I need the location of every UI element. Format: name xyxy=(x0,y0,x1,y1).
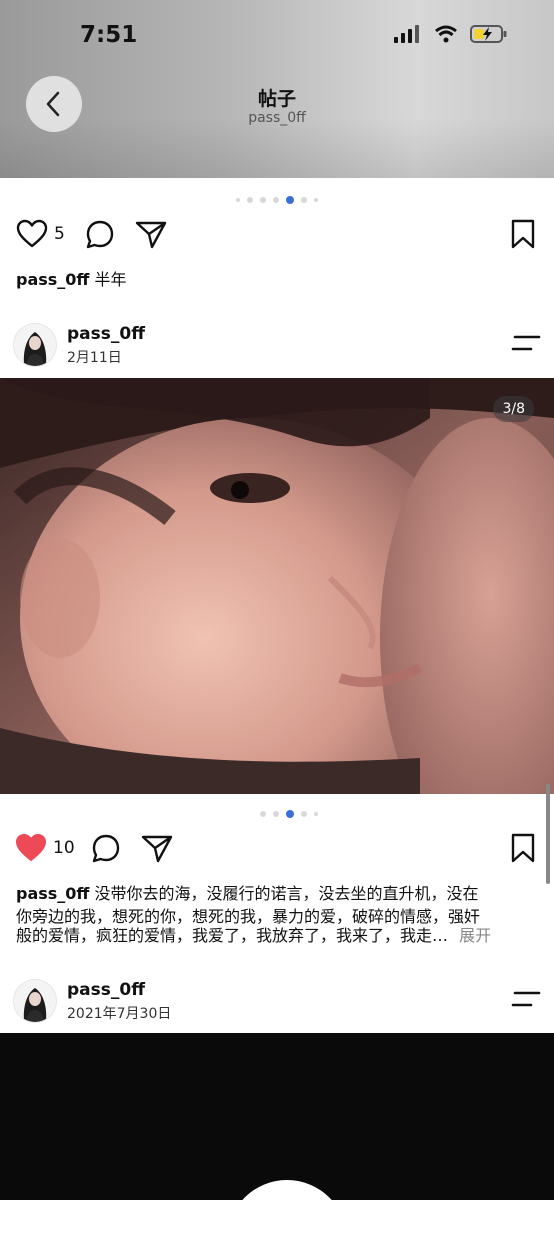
status-time: 7:51 xyxy=(80,22,138,48)
bookmark-icon[interactable] xyxy=(510,219,536,249)
send-icon[interactable] xyxy=(135,219,167,249)
post1-caption: pass_0ff 半年 xyxy=(16,266,127,290)
expand-link[interactable]: 展开 xyxy=(459,926,491,945)
page-subtitle: pass_0ff xyxy=(248,110,306,126)
carousel-dot xyxy=(301,197,307,203)
comment-icon[interactable] xyxy=(91,833,121,863)
carousel-dot xyxy=(273,811,279,817)
post-photo[interactable] xyxy=(0,1033,554,1200)
caption-username[interactable]: pass_0ff xyxy=(16,884,89,903)
heart-filled-icon[interactable] xyxy=(15,833,47,863)
avatar[interactable] xyxy=(13,323,57,367)
caption-username[interactable]: pass_0ff xyxy=(16,270,89,289)
caption-text: 没带你去的海，没履行的诺言，没去坐的直升机，没在 xyxy=(94,884,479,903)
heart-icon[interactable] xyxy=(16,219,48,249)
carousel-dot xyxy=(273,197,279,203)
caption-text: 般的爱情，疯狂的爱情，我爱了，我放弃了，我来了，我走… xyxy=(16,926,449,945)
caption-text: 半年 xyxy=(94,270,127,289)
avatar-image xyxy=(14,324,56,366)
carousel-dot-active xyxy=(286,196,294,204)
send-icon[interactable] xyxy=(141,833,173,863)
carousel-indicator xyxy=(260,810,318,818)
scrollbar[interactable] xyxy=(546,784,550,884)
post-username[interactable]: pass_0ff xyxy=(67,324,145,344)
post-date: 2月11日 xyxy=(67,350,122,366)
photo-illustration xyxy=(0,378,554,794)
carousel-dot xyxy=(236,198,240,202)
page-title: 帖子 xyxy=(257,88,296,110)
carousel-dot xyxy=(260,811,266,817)
bookmark-icon[interactable] xyxy=(510,833,536,863)
wifi-icon xyxy=(435,25,457,43)
like-count[interactable]: 10 xyxy=(53,838,75,858)
comment-icon[interactable] xyxy=(85,219,115,249)
carousel-dot-active xyxy=(286,810,294,818)
battery-charging-icon xyxy=(470,25,507,43)
avatar[interactable] xyxy=(13,979,57,1023)
post2-action-row: 10 xyxy=(15,833,173,863)
more-options-icon[interactable] xyxy=(511,990,541,1008)
avatar-image xyxy=(14,980,56,1022)
carousel-dot xyxy=(301,811,307,817)
caption-line: pass_0ff 没带你去的海，没履行的诺言，没去坐的直升机，没在 xyxy=(16,880,479,904)
like-count[interactable]: 5 xyxy=(54,224,65,244)
post1-action-row: 5 xyxy=(16,219,167,249)
more-options-icon[interactable] xyxy=(511,334,541,352)
caption-line: 般的爱情，疯狂的爱情，我爱了，我放弃了，我来了，我走… 展开 xyxy=(16,922,491,946)
carousel-dot xyxy=(247,197,253,203)
signal-icon xyxy=(394,25,419,43)
carousel-dot xyxy=(260,197,266,203)
post-username[interactable]: pass_0ff xyxy=(67,980,145,1000)
carousel-dot xyxy=(314,198,318,202)
carousel-dot xyxy=(314,812,318,816)
carousel-indicator xyxy=(236,196,318,204)
status-icons xyxy=(394,24,508,44)
photo-counter-badge: 3/8 xyxy=(493,396,534,422)
post-photo[interactable] xyxy=(0,378,554,794)
post-date: 2021年7月30日 xyxy=(67,1006,172,1022)
